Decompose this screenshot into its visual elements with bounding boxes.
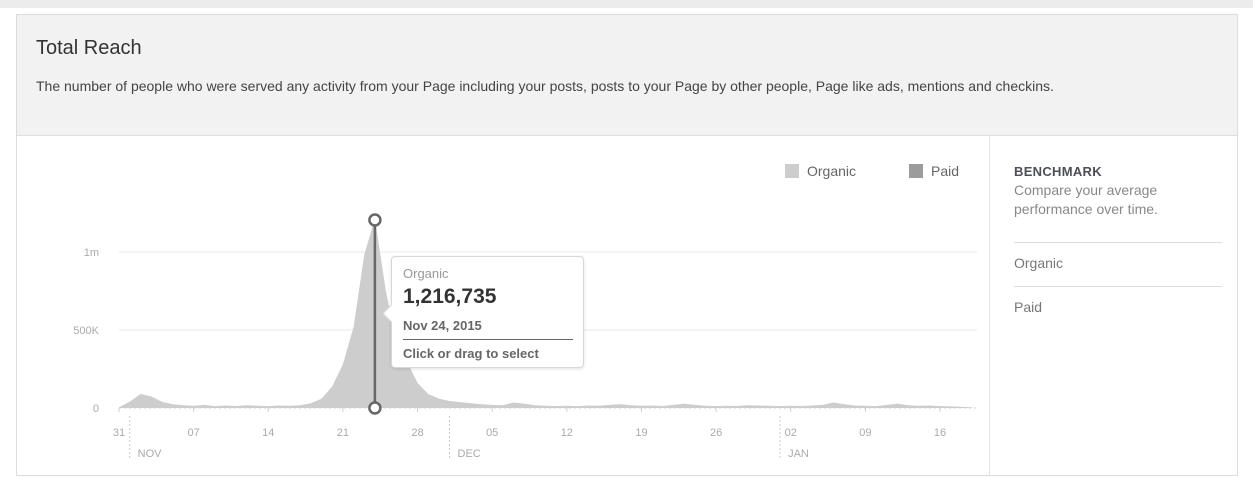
- legend-paid[interactable]: Paid: [909, 163, 959, 179]
- data-tooltip: Organic 1,216,735 Nov 24, 2015 Click or …: [382, 256, 584, 368]
- month-label: NOV: [138, 448, 163, 460]
- y-tick-label: 1m: [84, 247, 99, 259]
- card-title: Total Reach: [36, 37, 142, 59]
- legend-organic[interactable]: Organic: [785, 163, 856, 179]
- benchmark-description: Compare your average performance over ti…: [1014, 182, 1158, 217]
- x-tick-label: 16: [934, 427, 946, 439]
- tooltip-series: Organic: [403, 266, 449, 281]
- month-label: DEC: [458, 448, 481, 460]
- card-header: Total Reach The number of people who wer…: [17, 15, 1237, 136]
- benchmark-panel: BENCHMARK Compare your average performan…: [989, 136, 1237, 475]
- x-tick-label: 28: [411, 427, 423, 439]
- y-tick-label: 500K: [73, 325, 99, 337]
- y-tick-label: 0: [93, 403, 99, 415]
- month-label: JAN: [788, 448, 809, 460]
- selection-handle-top: [368, 213, 382, 227]
- legend-paid-label: Paid: [931, 163, 960, 179]
- selection-handle-bottom: [368, 401, 382, 415]
- card-description: The number of people who were served any…: [36, 78, 1054, 94]
- x-tick-label: 07: [188, 427, 200, 439]
- tooltip-hint: Click or drag to select: [403, 346, 539, 361]
- x-tick-label: 09: [859, 427, 871, 439]
- x-tick-label: 02: [785, 427, 797, 439]
- legend-paid-swatch: [909, 164, 923, 178]
- tooltip-divider: [403, 339, 573, 340]
- tooltip-date: Nov 24, 2015: [403, 318, 482, 333]
- benchmark-item-paid[interactable]: Paid: [1014, 286, 1222, 331]
- x-tick-label: 26: [710, 427, 722, 439]
- benchmark-item-organic[interactable]: Organic: [1014, 242, 1222, 287]
- x-tick-label: 19: [635, 427, 647, 439]
- total-reach-card: Total Reach The number of people who wer…: [16, 14, 1238, 476]
- legend-organic-swatch: [785, 164, 799, 178]
- x-tick-label: 12: [561, 427, 573, 439]
- top-strip: [0, 0, 1253, 8]
- x-tick-label: 31: [113, 427, 125, 439]
- x-tick-label: 21: [337, 427, 349, 439]
- tooltip-value: 1,216,735: [403, 285, 497, 308]
- benchmark-title: BENCHMARK: [1014, 164, 1102, 179]
- legend-organic-label: Organic: [807, 163, 857, 179]
- x-tick-label: 14: [262, 427, 274, 439]
- x-tick-label: 05: [486, 427, 498, 439]
